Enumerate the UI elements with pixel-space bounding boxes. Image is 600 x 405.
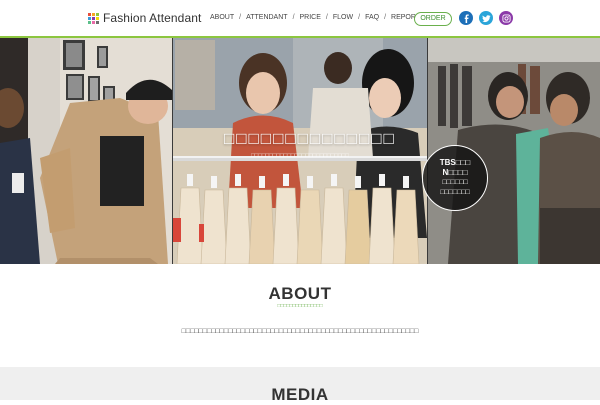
logo-mark-icon [88,12,99,24]
nav-item-about[interactable]: ABOUT [210,14,234,21]
nav-item-flow[interactable]: FLOW [333,14,353,21]
main-nav: ABOUT / ATTENDANT / PRICE / FLOW / FAQ / REPORT [210,14,420,21]
nav-item-attendant[interactable]: ATTENDANT [246,14,287,21]
facebook-icon[interactable] [459,11,473,25]
media-badge[interactable]: TBS□□□ N□□□□ □□□□□□ □□□□□□□ [422,145,488,211]
media-heading: MEDIA [271,385,329,404]
nav-separator: / [292,14,295,21]
hero-photo-left [0,38,172,264]
badge-line-4: □□□□□□□ [440,189,470,196]
nav-item-price[interactable]: PRICE [300,14,321,21]
logo-text: Fashion Attendant [103,11,202,25]
badge-line-1: TBS□□□ [439,158,471,167]
site-header: Fashion Attendant ABOUT / ATTENDANT / PRICE /… [0,0,600,38]
hero-slideshow: □□□□□□□□□□□□□□ □□□□□□□□□□□□□□□□□□□□□□□□□… [0,38,600,264]
hero-photo-center [173,38,427,264]
order-button[interactable]: ORDER [414,12,452,26]
about-heading: ABOUT [268,284,332,303]
about-description: □□□□□□□□□□□□□□□□□□□□□□□□□□□□□□□□□□□□□□□□… [181,328,419,335]
site-logo[interactable]: Fashion Attendant [88,11,201,25]
twitter-icon[interactable] [479,11,493,25]
badge-line-3: □□□□□□ [442,179,468,186]
about-subheading: □□□□□□□□□□□□□□□ [277,303,323,309]
hero-subtitle: □□□□□□□□□□□□□□□□□□□□□□□□□□□ [251,153,349,159]
nav-separator: / [325,14,328,21]
hero-title: □□□□□□□□□□□□□□ [224,129,396,148]
nav-item-faq[interactable]: FAQ [365,14,379,21]
nav-separator: / [239,14,242,21]
badge-line-2: N□□□□ [442,168,468,177]
instagram-icon[interactable] [499,11,513,25]
nav-separator: / [358,14,361,21]
nav-separator: / [384,14,387,21]
